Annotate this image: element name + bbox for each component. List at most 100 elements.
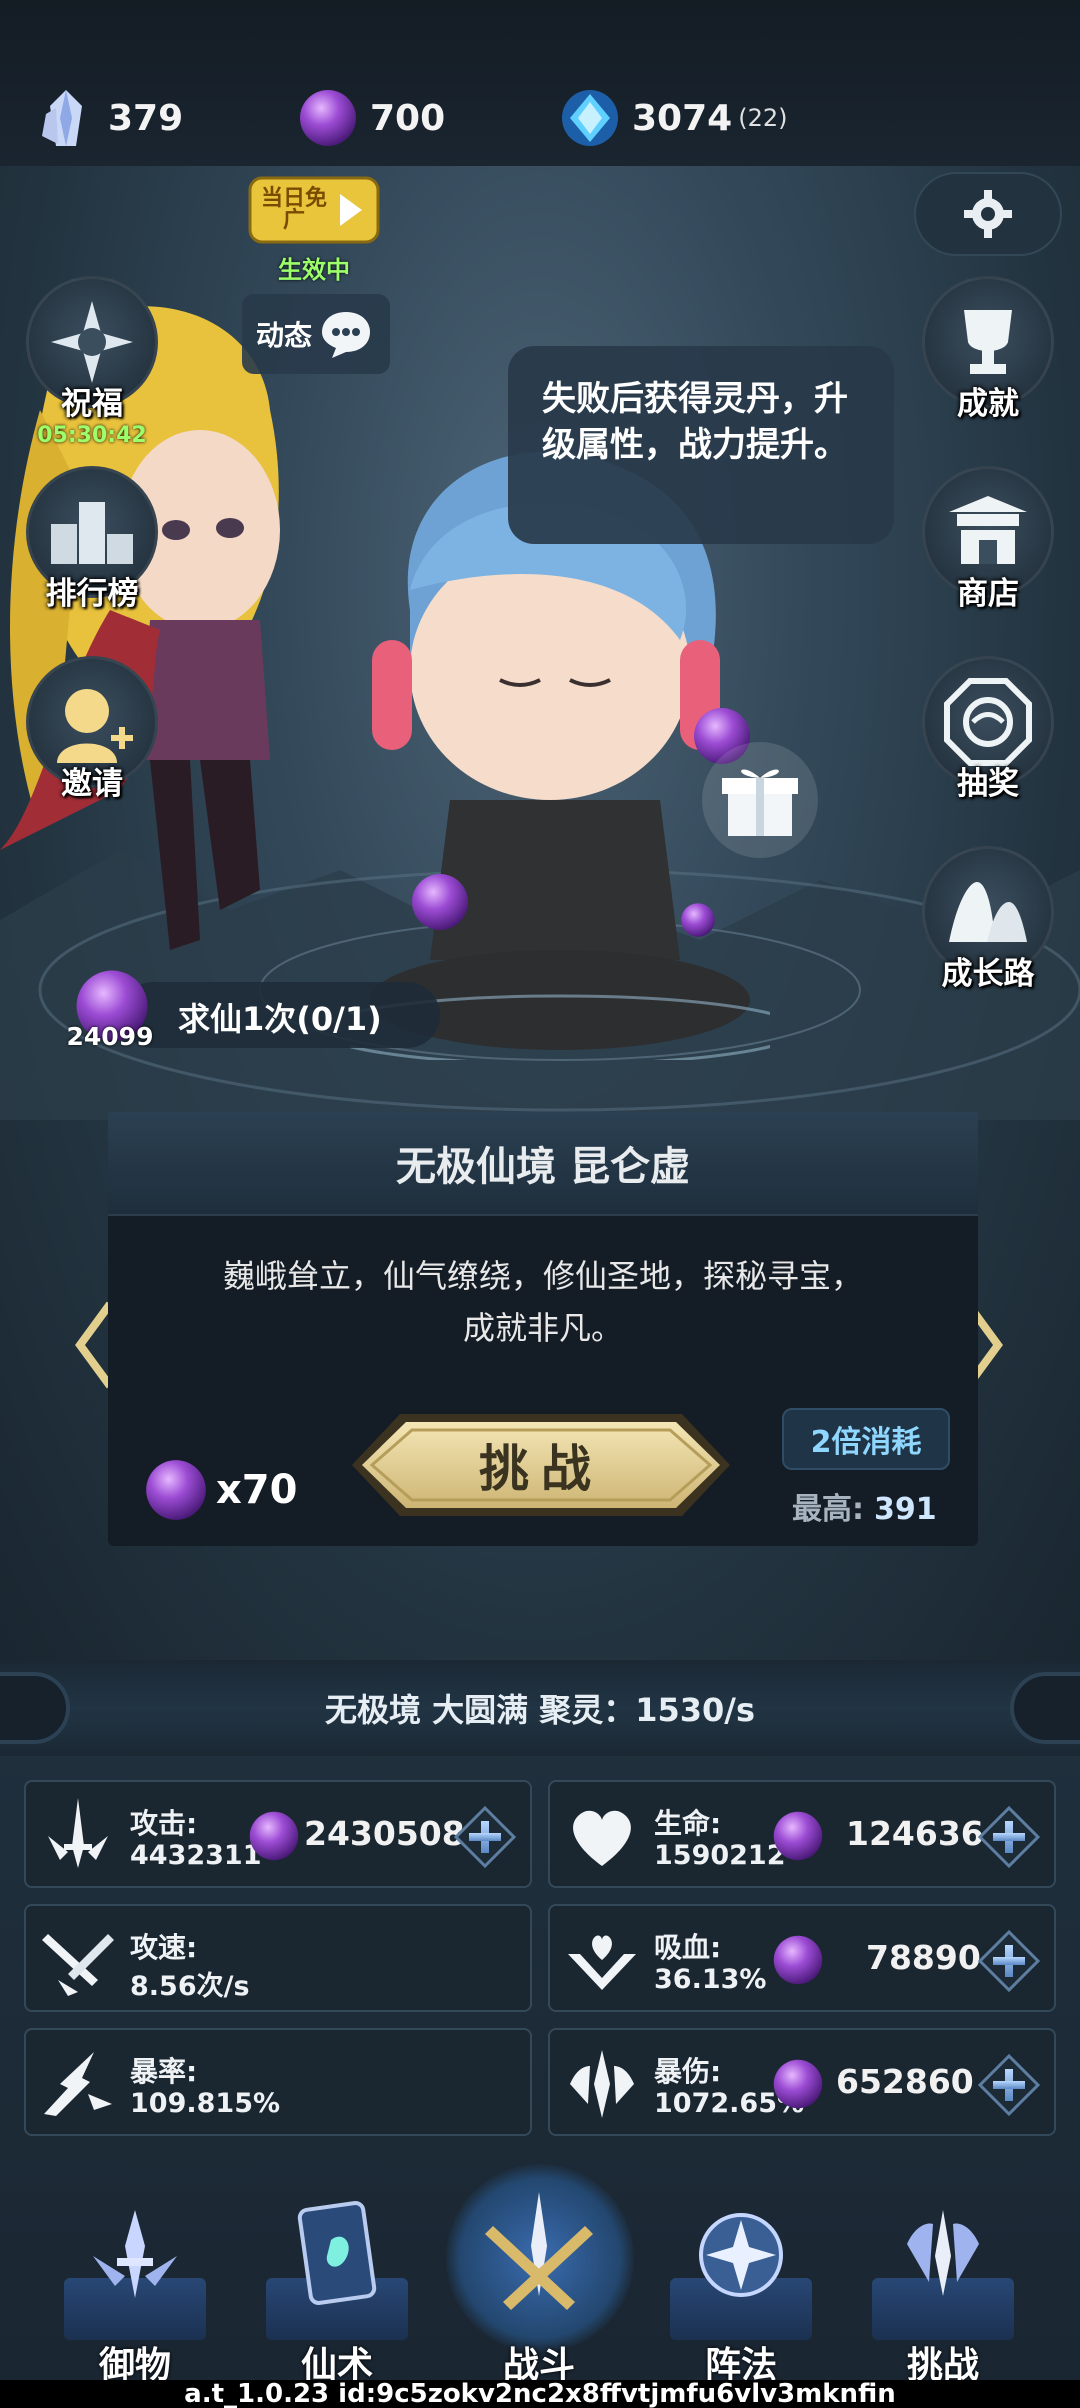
blue-gem-icon <box>562 90 618 146</box>
leaderboard-button[interactable]: 排行榜 <box>22 466 162 613</box>
purple-orb-icon <box>249 1811 299 1861</box>
stage-title: 无极仙境 昆仑虚 <box>108 1112 978 1216</box>
status-endcap-left <box>0 1672 70 1744</box>
lottery-label: 抽奖 <box>957 766 1019 802</box>
stage-card: 无极仙境 昆仑虚 巍峨耸立，仙气缭绕，修仙圣地，探秘寻宝， 成就非凡。 x70 … <box>108 1112 978 1546</box>
attack-speed-icon <box>42 1934 114 1996</box>
blessing-timer: 05:30:42 <box>37 423 147 448</box>
challenge-cost: x70 <box>144 1458 297 1522</box>
stat-crit-rate: 暴率: 109.815% <box>24 2028 532 2136</box>
stat-attack-speed: 攻速: 8.56次/s <box>24 1904 532 2012</box>
stat-attack-name: 攻击: <box>130 1807 198 1840</box>
purple-orb-icon <box>773 1935 823 1985</box>
stat-attack-value: 4432311 <box>130 1840 262 1871</box>
lifesteal-icon <box>568 1935 636 1990</box>
power-currency: 3074 (22) <box>560 84 787 152</box>
leaderboard-label: 排行榜 <box>45 576 139 612</box>
challenge-cost-value: x70 <box>216 1467 298 1513</box>
stat-attack-speed-value: 8.56次/s <box>130 1971 250 2002</box>
currency-bar: 379 700 3074 (22) <box>0 0 1080 166</box>
realm-status-text: 无极境 大圆满 聚灵：1530/s <box>324 1691 756 1729</box>
shop-label: 商店 <box>957 576 1019 612</box>
settings-button[interactable] <box>914 172 1062 256</box>
purple-orb-icon <box>773 1811 823 1861</box>
upgrade-health-button[interactable] <box>978 1806 1040 1868</box>
achievement-button[interactable]: 成就 <box>918 276 1058 423</box>
gift-icon[interactable] <box>700 740 820 860</box>
crit-damage-icon <box>570 2050 634 2118</box>
stage-scene: 失败后获得灵丹，升级属性，战力提升。 当日免广 生效中 动态 祝福 05:30:… <box>0 0 1080 1660</box>
highest-score: 最高: 391 <box>792 1484 937 1528</box>
purple-orb-icon <box>300 90 356 146</box>
orb-value: 700 <box>370 97 446 139</box>
sword-icon <box>48 1798 108 1868</box>
blessing-button[interactable]: 祝福 05:30:42 <box>22 276 162 448</box>
invite-label: 邀请 <box>61 766 123 802</box>
stat-lifesteal-cost: 78890 <box>866 1938 981 1977</box>
highest-value: 391 <box>874 1492 937 1527</box>
quest-orb-count: 24099 <box>66 1022 154 1051</box>
stat-crit-damage: 暴伤: 1072.65% 652860 <box>548 2028 1056 2136</box>
crystal-currency: 379 <box>36 84 183 152</box>
chat-bubble-icon <box>322 312 371 358</box>
crystal-icon <box>42 90 82 146</box>
artifact-icon <box>93 2210 177 2298</box>
power-value: 3074 <box>632 97 733 139</box>
stat-crit-rate-value: 109.815% <box>130 2088 281 2119</box>
spell-card-icon <box>297 2201 377 2305</box>
tip-speech-bubble: 失败后获得灵丹，升级属性，战力提升。 <box>508 346 894 544</box>
floating-orb <box>412 874 468 930</box>
upgrade-crit-damage-button[interactable] <box>978 2054 1040 2116</box>
gear-icon <box>964 190 1012 238</box>
nav-spells[interactable]: 仙术 <box>262 2186 412 2386</box>
upgrade-attack-button[interactable] <box>454 1806 516 1868</box>
stat-crit-damage-cost: 652860 <box>836 2062 974 2101</box>
status-endcap-right <box>1010 1672 1080 1744</box>
crit-rate-icon <box>44 2052 112 2116</box>
ad-free-status: 生效中 <box>278 256 350 284</box>
version-id-footer: a.t_1.0.23 id:9c5zokv2nc2x8ffvtjmfu6vlv3… <box>0 2380 1080 2408</box>
power-sub-value: (22) <box>738 104 788 132</box>
double-cost-toggle[interactable]: 2倍消耗 <box>782 1408 950 1470</box>
floating-orb <box>681 903 715 937</box>
stat-lifesteal: 吸血: 36.13% 78890 <box>548 1904 1056 2012</box>
nav-artifact[interactable]: 御物 <box>60 2186 210 2386</box>
dynamic-label: 动态 <box>256 319 313 352</box>
ad-free-text: 当日免广 <box>260 186 327 233</box>
challenge-button-label: 挑战 <box>479 1440 603 1498</box>
realm-status-bar: 无极境 大圆满 聚灵：1530/s <box>0 1660 1080 1756</box>
nav-challenge[interactable]: 挑战 <box>868 2186 1018 2386</box>
nav-formation[interactable]: 阵法 <box>666 2186 816 2386</box>
quest-label: 求仙1次(0/1) <box>178 1000 382 1038</box>
heart-icon <box>573 1810 631 1866</box>
ad-free-badge[interactable]: 当日免广 生效中 <box>244 174 384 284</box>
stat-health: 生命: 1590212 124636 <box>548 1780 1056 1888</box>
stat-lifesteal-value: 36.13% <box>654 1964 767 1995</box>
lottery-button[interactable]: 抽奖 <box>918 656 1058 803</box>
dynamic-feed-button[interactable]: 动态 <box>242 294 390 374</box>
challenge-button[interactable]: 挑战 <box>348 1410 734 1520</box>
quest-pill[interactable]: 24099 求仙1次(0/1) <box>60 964 440 1070</box>
stat-health-cost: 124636 <box>846 1814 984 1853</box>
challenge-icon <box>907 2210 979 2296</box>
growth-path-button[interactable]: 成长路 <box>918 846 1058 993</box>
shop-button[interactable]: 商店 <box>918 466 1058 613</box>
stage-description: 巍峨耸立，仙气缭绕，修仙圣地，探秘寻宝， 成就非凡。 <box>108 1250 978 1354</box>
purple-orb-icon <box>146 1460 206 1520</box>
growth-path-label: 成长路 <box>941 956 1035 992</box>
stat-health-name: 生命: <box>654 1807 722 1840</box>
stat-attack: 攻击: 4432311 2430508 <box>24 1780 532 1888</box>
stat-crit-damage-name: 暴伤: <box>654 2055 722 2088</box>
crystal-value: 379 <box>108 97 184 139</box>
invite-button[interactable]: 邀请 <box>22 656 162 803</box>
purple-orb-icon <box>773 2059 823 2109</box>
stat-crit-rate-name: 暴率: <box>130 2055 198 2088</box>
blessing-label: 祝福 <box>61 386 123 422</box>
stage-desc-line-1: 巍峨耸立，仙气缭绕，修仙圣地，探秘寻宝， <box>222 1257 863 1295</box>
nav-battle[interactable]: 战斗 <box>464 2186 614 2386</box>
highest-label: 最高: <box>792 1492 864 1527</box>
achievement-label: 成就 <box>957 386 1019 422</box>
stat-attack-speed-name: 攻速: <box>130 1931 198 1964</box>
upgrade-lifesteal-button[interactable] <box>978 1930 1040 1992</box>
orb-currency: 700 <box>298 84 445 152</box>
